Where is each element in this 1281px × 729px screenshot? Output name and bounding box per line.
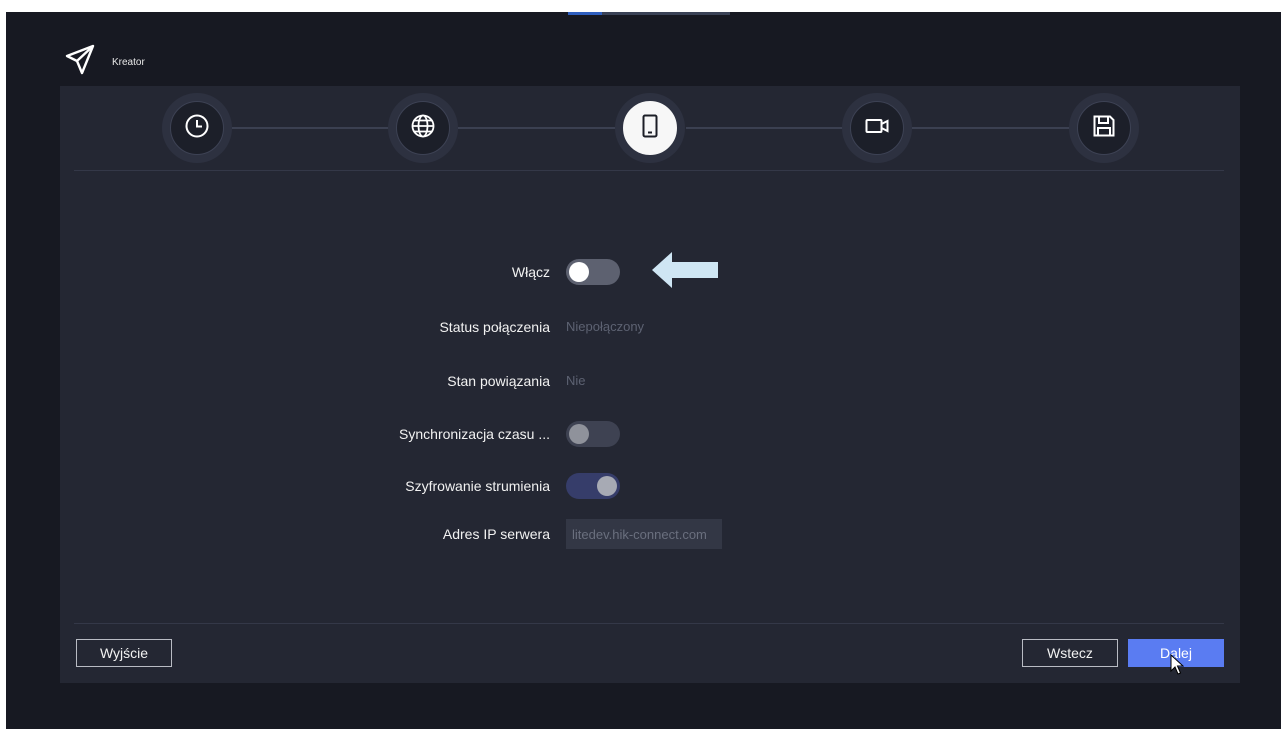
stream-encryption-row: Szyfrowanie strumienia: [60, 471, 1240, 501]
exit-button[interactable]: Wyjście: [76, 639, 172, 667]
title-bar: Kreator: [62, 42, 145, 82]
connection-status-row: Status połączenia Niepołączony: [60, 312, 1240, 342]
globe-icon: [410, 113, 436, 144]
stream-encryption-label: Szyfrowanie strumienia: [405, 478, 550, 494]
wizard-steps: [60, 86, 1240, 170]
step-connector: [686, 127, 858, 129]
binding-state-label: Stan powiązania: [447, 373, 550, 389]
stream-encryption-toggle[interactable]: [566, 473, 620, 499]
mouse-cursor-icon: [1170, 653, 1185, 676]
connection-status-label: Status połączenia: [439, 319, 550, 335]
enable-row: Włącz: [60, 257, 1240, 287]
enable-toggle[interactable]: [566, 259, 620, 285]
time-sync-label: Synchronizacja czasu ...: [399, 426, 550, 442]
top-indicator: [568, 12, 730, 15]
time-sync-row: Synchronizacja czasu ...: [60, 419, 1240, 449]
enable-label: Włącz: [511, 264, 550, 280]
step-connector: [232, 127, 402, 129]
step-storage[interactable]: [1069, 93, 1139, 163]
step-network[interactable]: [388, 93, 458, 163]
arrow-left-icon: [652, 252, 720, 288]
wizard-panel: Włącz Status połączenia Niepołączony Sta…: [60, 86, 1240, 683]
step-connector: [458, 127, 630, 129]
clock-icon: [184, 113, 210, 144]
paper-plane-icon: [62, 42, 98, 83]
server-ip-row: Adres IP serwera: [60, 519, 1240, 549]
binding-state-value: Nie: [566, 373, 586, 388]
binding-state-row: Stan powiązania Nie: [60, 366, 1240, 396]
step-camera[interactable]: [842, 93, 912, 163]
floppy-disk-icon: [1091, 113, 1117, 144]
step-time[interactable]: [162, 93, 232, 163]
step-platform-access[interactable]: [615, 93, 685, 163]
connection-status-value: Niepołączony: [566, 319, 645, 334]
time-sync-toggle[interactable]: [566, 421, 620, 447]
server-ip-input[interactable]: [566, 519, 722, 549]
window-title: Kreator: [112, 56, 145, 68]
step-connector: [912, 127, 1084, 129]
header-divider: [74, 170, 1224, 171]
footer-divider: [74, 623, 1224, 624]
back-button[interactable]: Wstecz: [1022, 639, 1118, 667]
camera-icon: [864, 113, 890, 144]
server-ip-label: Adres IP serwera: [442, 526, 550, 542]
mobile-icon: [637, 113, 663, 144]
